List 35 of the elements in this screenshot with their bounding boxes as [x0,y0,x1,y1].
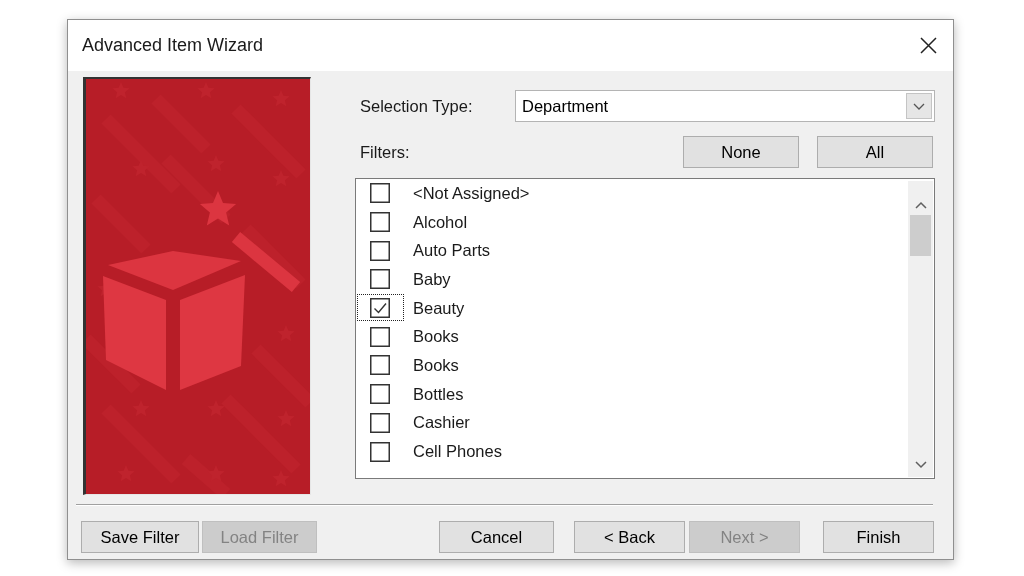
selection-type-label: Selection Type: [359,95,474,117]
footer-button[interactable]: < Back [574,521,685,553]
scrollbar[interactable] [908,181,933,477]
selection-type-dropdown[interactable]: Department [515,90,935,122]
scrollbar-thumb[interactable] [910,215,931,256]
checkbox[interactable] [370,269,390,290]
list-item-label[interactable]: Beauty [413,295,465,321]
checkbox[interactable] [370,326,390,347]
list-item-label[interactable]: Cell Phones [413,439,502,464]
list-item-label[interactable]: Baby [413,267,451,292]
list-item-label[interactable]: Cashier [413,410,470,436]
checkbox[interactable] [370,412,390,433]
chevron-down-icon[interactable] [914,461,927,469]
filter-select-button[interactable]: None [683,136,799,168]
window-title: Advanced Item Wizard [82,34,264,57]
checkbox[interactable] [370,384,390,405]
chevron-up-icon[interactable] [914,201,927,209]
checkbox[interactable] [370,298,390,319]
list-item-label[interactable]: Books [413,324,459,350]
footer-button[interactable]: Save Filter [81,521,199,553]
checkbox[interactable] [370,183,390,204]
list-item-label[interactable]: Alcohol [413,209,468,235]
list-item-label[interactable]: <Not Assigned> [413,180,530,206]
filter-select-button[interactable]: All [817,136,933,168]
list-item-label[interactable]: Bottles [413,381,464,407]
checkbox[interactable] [370,212,390,233]
checkbox[interactable] [370,441,390,462]
list-item-label[interactable]: Auto Parts [413,238,491,264]
close-icon[interactable] [920,37,937,54]
footer-button[interactable]: Cancel [439,521,554,553]
footer-button[interactable]: Finish [823,521,934,553]
checkbox[interactable] [370,355,390,376]
list-item-label[interactable]: Books [413,353,459,378]
filters-label: Filters: [360,141,410,163]
checkbox[interactable] [370,240,390,261]
